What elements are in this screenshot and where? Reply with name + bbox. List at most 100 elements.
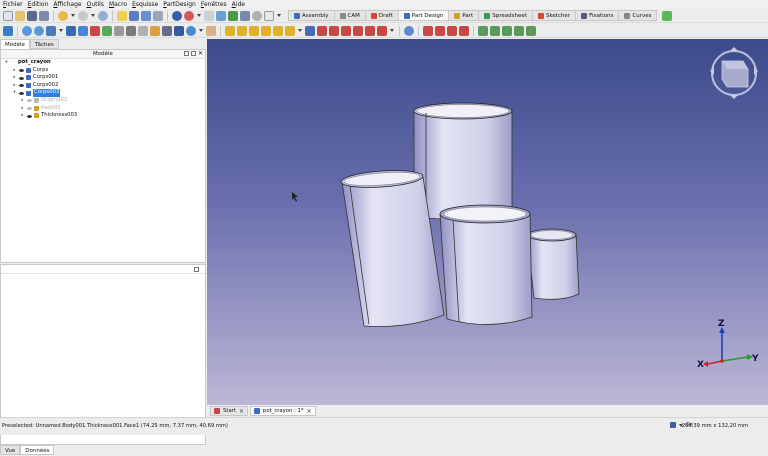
groove-icon[interactable]: [329, 25, 339, 36]
workbench-tab[interactable]: Fixations: [576, 10, 620, 21]
std-view-icon[interactable]: [172, 10, 182, 21]
menu-item[interactable]: Esquisse: [132, 0, 158, 9]
restore-icon[interactable]: [191, 51, 196, 56]
menu-item[interactable]: Edition: [28, 0, 49, 9]
workbench-tab[interactable]: Spreadsheet: [479, 10, 533, 21]
zoom-in-icon[interactable]: [22, 25, 32, 36]
part-icon[interactable]: [228, 10, 238, 21]
expand-arrow-icon[interactable]: ▸: [12, 74, 17, 82]
menu-item[interactable]: Macro: [109, 0, 127, 9]
tree-item[interactable]: ▸ Origin003: [1, 97, 205, 105]
polar-pattern-icon[interactable]: [502, 25, 512, 36]
folder-icon[interactable]: [129, 10, 139, 21]
fit-all-icon[interactable]: [46, 25, 56, 36]
3d-scene[interactable]: Z Y X: [207, 39, 768, 405]
tree-item[interactable]: ▾ Corps003: [1, 89, 205, 97]
tree-item[interactable]: ▸ Corps001: [1, 74, 205, 82]
menu-item[interactable]: Fenêtres: [201, 0, 227, 9]
sketch-icon[interactable]: [264, 10, 274, 21]
view-menu-icon[interactable]: [162, 25, 172, 36]
visibility-eye-icon[interactable]: [19, 68, 24, 72]
save-as-icon[interactable]: [39, 10, 49, 21]
undo-dropdown-icon[interactable]: [71, 14, 75, 17]
redo-icon[interactable]: [78, 10, 88, 21]
add-workbench-icon[interactable]: [662, 10, 673, 21]
cylinder-front[interactable]: [439, 204, 533, 325]
bottom-view-icon[interactable]: [126, 25, 136, 36]
sketch-dropdown-icon[interactable]: [277, 14, 281, 17]
visibility-eye-icon[interactable]: [19, 91, 24, 95]
close-icon[interactable]: ✕: [198, 51, 203, 57]
expand-arrow-icon[interactable]: ▸: [20, 112, 25, 120]
3d-viewport[interactable]: Z Y X: [207, 39, 768, 405]
draw-style-dropdown-icon[interactable]: [197, 14, 201, 17]
top-view-icon[interactable]: [90, 25, 100, 36]
float-icon[interactable]: [184, 51, 189, 56]
zoom-box-icon[interactable]: [186, 25, 196, 36]
loft-icon[interactable]: [249, 25, 259, 36]
chamfer-icon[interactable]: [435, 25, 445, 36]
subtractive-prim-icon[interactable]: [377, 25, 387, 36]
fillet-icon[interactable]: [423, 25, 433, 36]
undo-icon[interactable]: [58, 10, 68, 21]
close-icon[interactable]: ×: [239, 408, 244, 415]
restore-icon[interactable]: [194, 267, 199, 272]
save-icon[interactable]: [27, 10, 37, 21]
axo-view-icon[interactable]: [66, 25, 76, 36]
macro-icon[interactable]: [141, 10, 151, 21]
tab-pot-crayon[interactable]: pot_crayon : 1* ×: [249, 406, 316, 416]
thickness-icon[interactable]: [459, 25, 469, 36]
pad-icon[interactable]: [225, 25, 235, 36]
subtractive-helix-icon[interactable]: [365, 25, 375, 36]
whats-this-icon[interactable]: [3, 25, 13, 36]
left-view-icon[interactable]: [138, 25, 148, 36]
open-file-icon[interactable]: [15, 10, 25, 21]
workbench-tab[interactable]: Assembly: [288, 10, 335, 21]
tab-data[interactable]: Données: [20, 445, 55, 455]
workbench-tab[interactable]: Part: [449, 10, 480, 21]
fit-dropdown-icon[interactable]: [59, 29, 63, 32]
expand-arrow-icon[interactable]: ▸: [12, 67, 17, 75]
visibility-eye-icon[interactable]: [19, 76, 24, 80]
visibility-eye-icon[interactable]: [27, 99, 32, 103]
cursor-icon[interactable]: [117, 10, 127, 21]
zoom-dropdown-icon[interactable]: [199, 29, 203, 32]
expand-arrow-icon[interactable]: ▸: [20, 97, 25, 105]
pocket-icon[interactable]: [305, 25, 315, 36]
close-icon[interactable]: ×: [307, 408, 312, 415]
link-icon[interactable]: [153, 10, 163, 21]
visibility-eye-icon[interactable]: [27, 114, 32, 118]
menu-item[interactable]: PartDesign: [163, 0, 196, 9]
expand-arrow-icon[interactable]: ▸: [12, 82, 17, 90]
visibility-eye-icon[interactable]: [19, 84, 24, 88]
menu-item[interactable]: Outils: [87, 0, 104, 9]
draw-style-icon[interactable]: [184, 10, 194, 21]
new-file-icon[interactable]: [3, 10, 13, 21]
tab-view[interactable]: Vue: [0, 445, 21, 455]
tab-start[interactable]: Start ×: [210, 406, 248, 416]
expand-arrow-icon[interactable]: ▸: [20, 105, 25, 113]
hand-icon[interactable]: [206, 25, 216, 36]
pipe-icon[interactable]: [261, 25, 271, 36]
tree-item[interactable]: ▸ Pad003: [1, 105, 205, 113]
navigation-cube-icon[interactable]: [710, 47, 758, 99]
tree-item[interactable]: ▸ Corps002: [1, 82, 205, 90]
box-select-icon[interactable]: [204, 10, 214, 21]
tree-item[interactable]: ▸ Corps: [1, 67, 205, 75]
helix-icon[interactable]: [273, 25, 283, 36]
tab-model[interactable]: Modèle: [0, 39, 30, 49]
hole-icon[interactable]: [317, 25, 327, 36]
right-view-icon[interactable]: [102, 25, 112, 36]
boolean-icon[interactable]: [404, 25, 414, 36]
redo-dropdown-icon[interactable]: [91, 14, 95, 17]
cylinder-rear[interactable]: [413, 102, 513, 220]
cylinder-small[interactable]: [526, 228, 580, 300]
measure-icon[interactable]: [216, 10, 226, 21]
linear-pattern-icon[interactable]: [490, 25, 500, 36]
zoom-out-icon[interactable]: [34, 25, 44, 36]
subtractive-loft-icon[interactable]: [341, 25, 351, 36]
additive-prim-icon[interactable]: [285, 25, 295, 36]
subtractive-dropdown-icon[interactable]: [390, 29, 394, 32]
draft-icon[interactable]: [447, 25, 457, 36]
menu-item[interactable]: Fichier: [3, 0, 23, 9]
